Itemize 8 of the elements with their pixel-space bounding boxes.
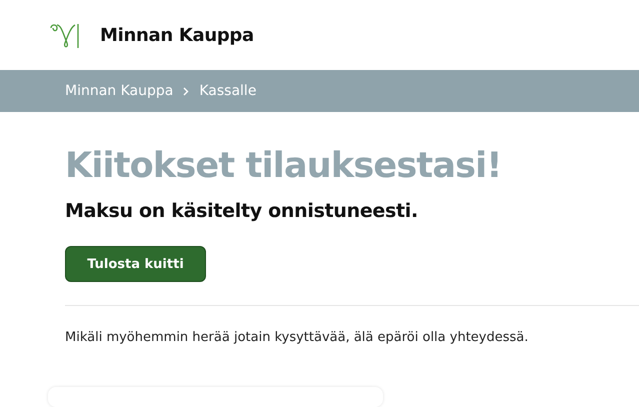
chevron-icon <box>183 86 190 96</box>
print-receipt-button[interactable]: Tulosta kuitti <box>65 246 206 282</box>
store-name: Minnan Kauppa <box>100 24 254 46</box>
page-heading: Kiitokset tilauksestasi! <box>65 146 503 186</box>
status-message: Maksu on käsitelty onnistuneesti. <box>65 200 419 222</box>
breadcrumb-link[interactable]: Kassalle <box>199 83 256 99</box>
contact-note: Mikäli myöhemmin herää jotain kysyttävää, älä epäröi olla yhteydessä. <box>65 330 530 345</box>
breadcrumb-link[interactable]: Minnan Kauppa <box>65 83 174 99</box>
